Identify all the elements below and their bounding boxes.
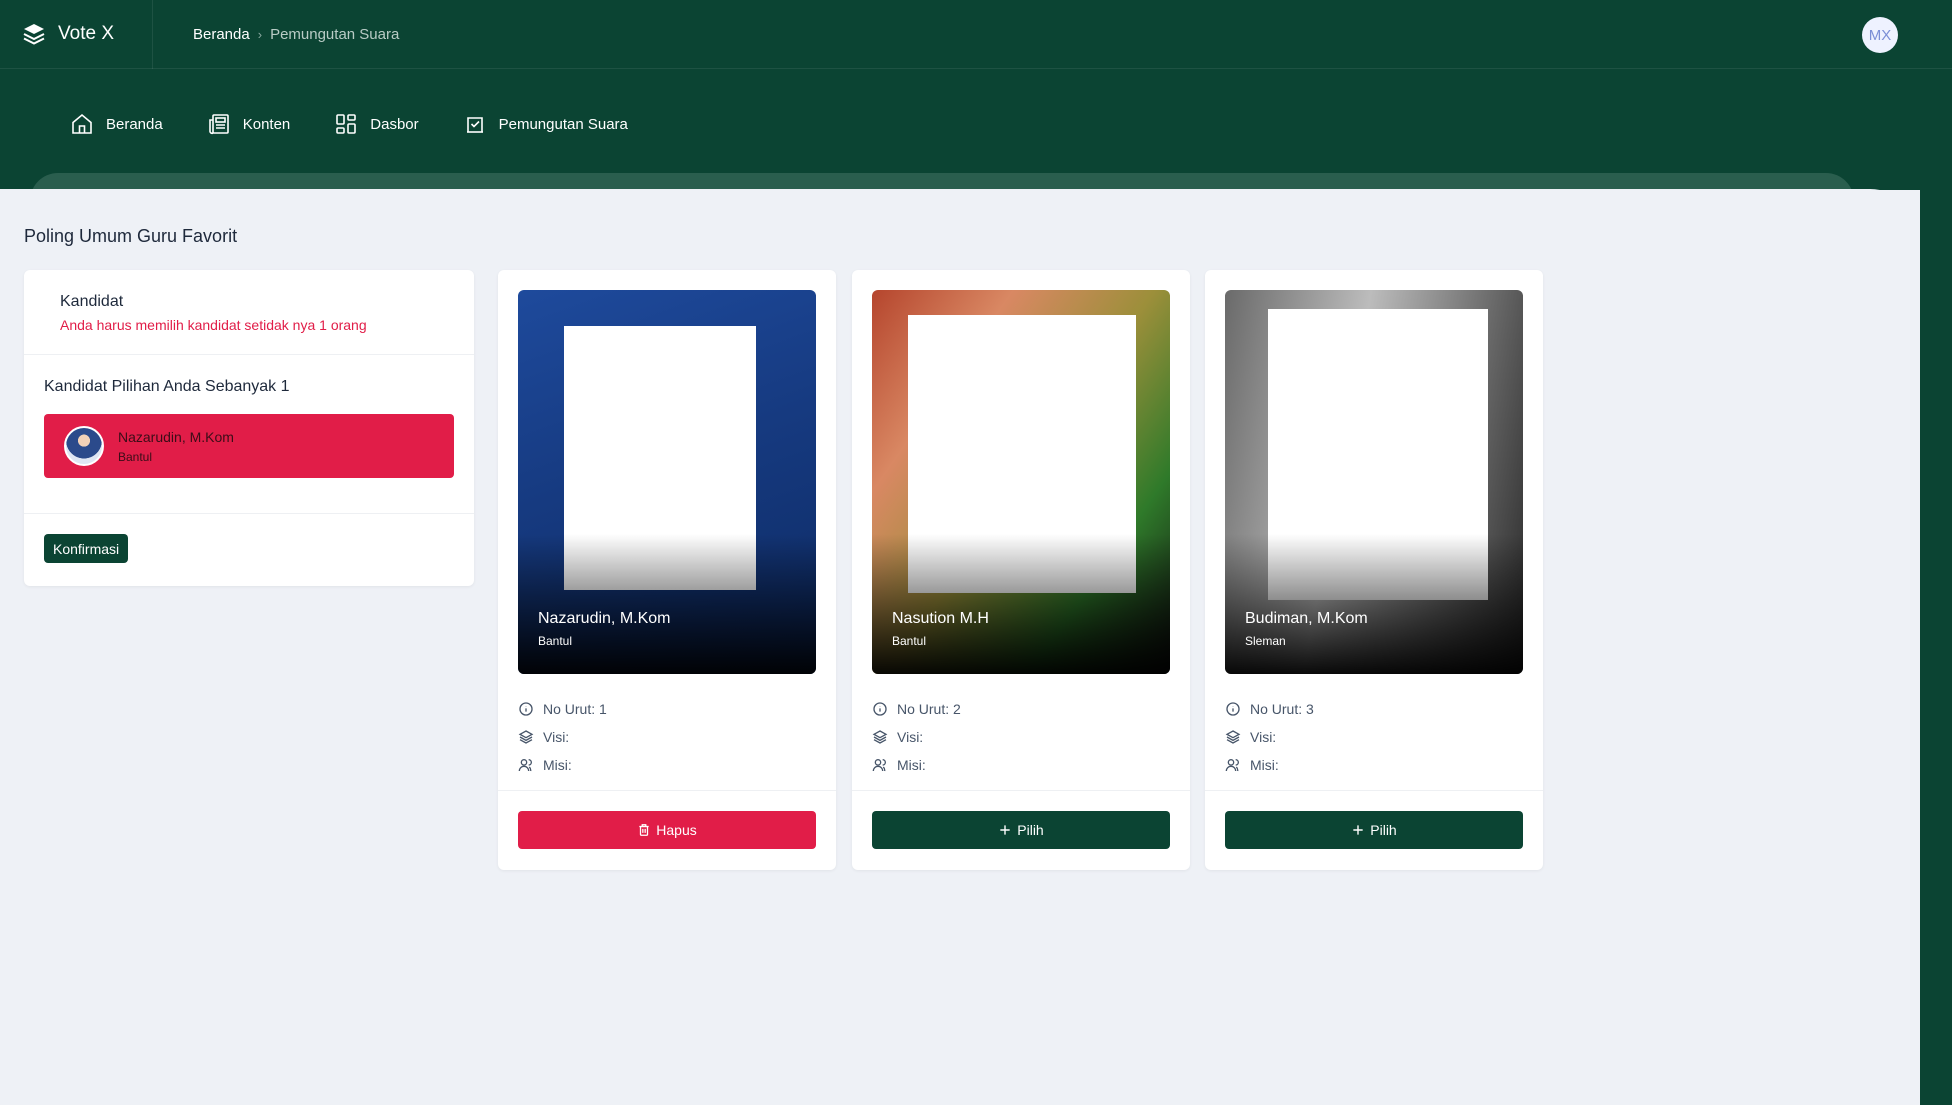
layers-icon xyxy=(1225,730,1241,744)
main-content: Poling Umum Guru Favorit Kandidat Anda h… xyxy=(0,189,1920,1105)
breadcrumb-home[interactable]: Beranda xyxy=(193,26,250,43)
page-title: Poling Umum Guru Favorit xyxy=(24,226,238,246)
candidate-photo: Budiman, M.Kom Sleman xyxy=(1225,290,1523,674)
candidate-region: Sleman xyxy=(1245,634,1286,648)
select-candidate-label: Pilih xyxy=(1370,822,1397,838)
right-edge xyxy=(1920,189,1952,1105)
candidate-photo: Nazarudin, M.Kom Bantul xyxy=(518,290,816,674)
confirm-button[interactable]: Konfirmasi xyxy=(44,534,129,563)
candidate-name: Nazarudin, M.Kom xyxy=(538,610,671,627)
candidate-visi: Visi: xyxy=(897,729,924,745)
nav-label: Dasbor xyxy=(370,115,419,133)
candidate-info: No Urut: 3 Visi: Misi: xyxy=(1225,695,1314,779)
candidate-info: No Urut: 2 Visi: Misi: xyxy=(872,695,961,779)
candidate-name: Nasution M.H xyxy=(892,610,989,627)
users-icon xyxy=(872,759,886,772)
candidate-card-footer: Pilih xyxy=(1205,790,1543,870)
info-icon xyxy=(519,702,533,716)
candidate-photo: Nasution M.H Bantul xyxy=(872,290,1170,674)
candidate-name: Budiman, M.Kom xyxy=(1245,610,1368,627)
nav-item-dasbor[interactable]: Dasbor xyxy=(334,112,419,136)
main-nav: Beranda Konten Dasbor Pemungutan Suara xyxy=(70,112,672,136)
nav-item-pemungutan-suara[interactable]: Pemungutan Suara xyxy=(463,112,628,136)
nav-label: Konten xyxy=(242,115,291,133)
candidate-region: Bantul xyxy=(538,634,573,648)
selection-panel-header: Kandidat Anda harus memilih kandidat set… xyxy=(24,270,474,355)
candidate-region: Bantul xyxy=(892,634,927,648)
candidate-number: No Urut: 1 xyxy=(543,701,607,717)
users-icon xyxy=(1225,759,1239,772)
candidate-card: Nasution M.H Bantul No Urut: 2 Visi: Mis… xyxy=(852,270,1190,870)
dashboard-icon xyxy=(336,114,357,134)
candidate-info: No Urut: 1 Visi: Misi: xyxy=(518,695,607,779)
newspaper-icon xyxy=(208,114,229,135)
candidate-card-footer: Pilih xyxy=(852,790,1190,870)
photo-overlay xyxy=(518,534,816,674)
breadcrumb: Beranda › Pemungutan Suara xyxy=(193,26,399,43)
users-icon xyxy=(518,759,532,772)
info-icon xyxy=(1226,702,1240,716)
plus-icon xyxy=(1353,825,1363,835)
header-bar: Vote X Beranda › Pemungutan Suara MX xyxy=(0,0,1952,69)
selected-candidate: Nazarudin, M.Kom Bantul xyxy=(44,414,454,478)
top-header: Vote X Beranda › Pemungutan Suara MX Ber… xyxy=(0,0,1952,203)
layers-logo-icon xyxy=(23,24,45,45)
trash-icon xyxy=(639,824,649,836)
selection-panel: Kandidat Anda harus memilih kandidat set… xyxy=(24,270,474,586)
selection-panel-title: Kandidat xyxy=(60,293,124,310)
layers-icon xyxy=(872,730,888,744)
select-candidate-label: Pilih xyxy=(1017,822,1044,838)
home-icon xyxy=(72,113,92,134)
nav-item-beranda[interactable]: Beranda xyxy=(70,112,163,136)
candidate-misi: Misi: xyxy=(543,757,572,773)
select-candidate-button[interactable]: Pilih xyxy=(872,811,1170,849)
candidate-visi: Visi: xyxy=(1250,729,1277,745)
remove-candidate-button[interactable]: Hapus xyxy=(518,811,816,849)
candidate-number: No Urut: 2 xyxy=(897,701,961,717)
remove-candidate-label: Hapus xyxy=(656,822,697,838)
nav-label: Pemungutan Suara xyxy=(498,115,628,133)
selected-candidate-region: Bantul xyxy=(118,449,153,464)
photo-overlay xyxy=(1225,534,1523,674)
select-candidate-button[interactable]: Pilih xyxy=(1225,811,1523,849)
nav-label: Beranda xyxy=(106,115,163,133)
plus-icon xyxy=(1000,825,1010,835)
selected-candidate-avatar xyxy=(64,426,104,466)
breadcrumb-separator: › xyxy=(257,26,263,42)
selection-panel-footer: Konfirmasi xyxy=(24,514,474,583)
selection-panel-body: Kandidat Pilihan Anda Sebanyak 1 Nazarud… xyxy=(24,355,474,514)
candidate-number: No Urut: 3 xyxy=(1250,701,1314,717)
info-icon xyxy=(873,702,887,716)
vote-icon xyxy=(466,117,483,133)
user-avatar[interactable]: MX xyxy=(1862,17,1898,53)
candidate-card-footer: Hapus xyxy=(498,790,836,870)
candidate-visi: Visi: xyxy=(543,729,570,745)
candidate-card: Nazarudin, M.Kom Bantul No Urut: 1 Visi:… xyxy=(498,270,836,870)
layers-icon xyxy=(518,730,534,744)
photo-overlay xyxy=(872,534,1170,674)
selected-candidate-name: Nazarudin, M.Kom xyxy=(118,428,234,445)
selection-warning: Anda harus memilih kandidat setidak nya … xyxy=(60,317,367,333)
app-name: Vote X xyxy=(58,23,114,44)
candidate-card: Budiman, M.Kom Sleman No Urut: 3 Visi: M… xyxy=(1205,270,1543,870)
selection-count-title: Kandidat Pilihan Anda Sebanyak 1 xyxy=(44,378,290,395)
candidate-misi: Misi: xyxy=(897,757,926,773)
nav-item-konten[interactable]: Konten xyxy=(207,112,291,136)
candidate-misi: Misi: xyxy=(1250,757,1279,773)
breadcrumb-current: Pemungutan Suara xyxy=(270,25,400,43)
brand[interactable]: Vote X xyxy=(0,0,153,69)
